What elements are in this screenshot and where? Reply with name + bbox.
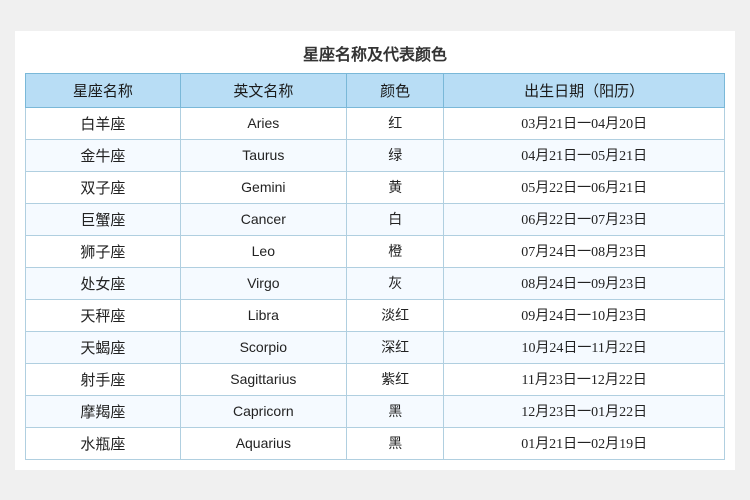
- cell-zh-name: 摩羯座: [26, 395, 181, 427]
- cell-color: 黄: [347, 171, 444, 203]
- cell-zh-name: 射手座: [26, 363, 181, 395]
- table-row: 摩羯座Capricorn黑12月23日一01月22日: [26, 395, 725, 427]
- cell-color: 橙: [347, 235, 444, 267]
- cell-color: 深红: [347, 331, 444, 363]
- cell-date: 04月21日一05月21日: [444, 139, 725, 171]
- cell-zh-name: 狮子座: [26, 235, 181, 267]
- cell-en-name: Aries: [180, 107, 346, 139]
- cell-en-name: Taurus: [180, 139, 346, 171]
- cell-color: 紫红: [347, 363, 444, 395]
- cell-en-name: Cancer: [180, 203, 346, 235]
- cell-color: 黑: [347, 395, 444, 427]
- cell-color: 红: [347, 107, 444, 139]
- table-row: 天蝎座Scorpio深红10月24日一11月22日: [26, 331, 725, 363]
- cell-en-name: Gemini: [180, 171, 346, 203]
- table-row: 金牛座Taurus绿04月21日一05月21日: [26, 139, 725, 171]
- cell-zh-name: 天秤座: [26, 299, 181, 331]
- header-zh-name: 星座名称: [26, 73, 181, 107]
- cell-color: 淡红: [347, 299, 444, 331]
- cell-color: 白: [347, 203, 444, 235]
- cell-color: 绿: [347, 139, 444, 171]
- table-row: 巨蟹座Cancer白06月22日一07月23日: [26, 203, 725, 235]
- header-en-name: 英文名称: [180, 73, 346, 107]
- cell-date: 03月21日一04月20日: [444, 107, 725, 139]
- cell-date: 05月22日一06月21日: [444, 171, 725, 203]
- table-row: 水瓶座Aquarius黑01月21日一02月19日: [26, 427, 725, 459]
- cell-en-name: Virgo: [180, 267, 346, 299]
- cell-date: 01月21日一02月19日: [444, 427, 725, 459]
- cell-en-name: Libra: [180, 299, 346, 331]
- header-color: 颜色: [347, 73, 444, 107]
- table-row: 天秤座Libra淡红09月24日一10月23日: [26, 299, 725, 331]
- table-row: 射手座Sagittarius紫红11月23日一12月22日: [26, 363, 725, 395]
- cell-date: 12月23日一01月22日: [444, 395, 725, 427]
- cell-zh-name: 巨蟹座: [26, 203, 181, 235]
- cell-en-name: Scorpio: [180, 331, 346, 363]
- main-container: 星座名称及代表颜色 星座名称 英文名称 颜色 出生日期（阳历） 白羊座Aries…: [15, 31, 735, 470]
- cell-en-name: Aquarius: [180, 427, 346, 459]
- header-date: 出生日期（阳历）: [444, 73, 725, 107]
- cell-date: 10月24日一11月22日: [444, 331, 725, 363]
- cell-color: 灰: [347, 267, 444, 299]
- cell-date: 06月22日一07月23日: [444, 203, 725, 235]
- table-header-row: 星座名称 英文名称 颜色 出生日期（阳历）: [26, 73, 725, 107]
- cell-zh-name: 处女座: [26, 267, 181, 299]
- table-row: 处女座Virgo灰08月24日一09月23日: [26, 267, 725, 299]
- page-title: 星座名称及代表颜色: [25, 41, 725, 65]
- zodiac-table: 星座名称 英文名称 颜色 出生日期（阳历） 白羊座Aries红03月21日一04…: [25, 73, 725, 460]
- cell-zh-name: 金牛座: [26, 139, 181, 171]
- cell-zh-name: 天蝎座: [26, 331, 181, 363]
- cell-en-name: Leo: [180, 235, 346, 267]
- cell-date: 08月24日一09月23日: [444, 267, 725, 299]
- cell-date: 11月23日一12月22日: [444, 363, 725, 395]
- cell-en-name: Sagittarius: [180, 363, 346, 395]
- cell-date: 07月24日一08月23日: [444, 235, 725, 267]
- table-row: 白羊座Aries红03月21日一04月20日: [26, 107, 725, 139]
- table-row: 双子座Gemini黄05月22日一06月21日: [26, 171, 725, 203]
- cell-zh-name: 双子座: [26, 171, 181, 203]
- cell-color: 黑: [347, 427, 444, 459]
- cell-zh-name: 白羊座: [26, 107, 181, 139]
- table-row: 狮子座Leo橙07月24日一08月23日: [26, 235, 725, 267]
- cell-zh-name: 水瓶座: [26, 427, 181, 459]
- cell-en-name: Capricorn: [180, 395, 346, 427]
- cell-date: 09月24日一10月23日: [444, 299, 725, 331]
